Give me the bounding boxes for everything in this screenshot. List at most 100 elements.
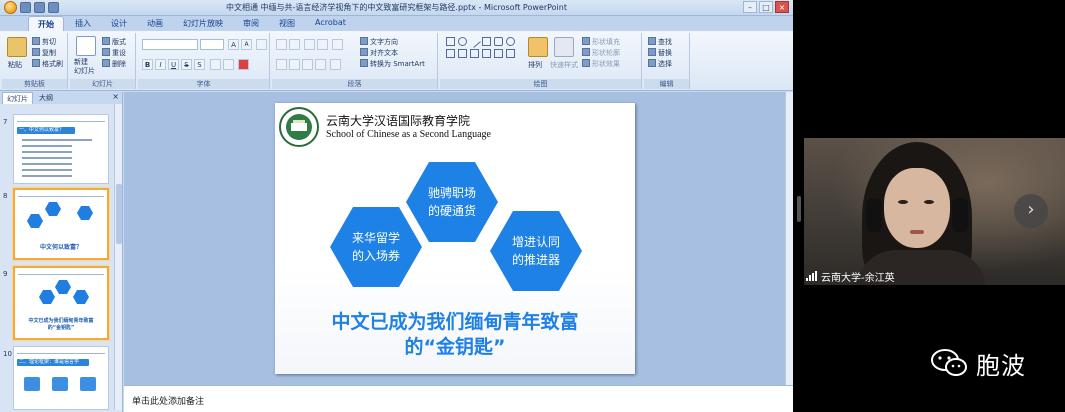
editing-label: 编辑: [644, 79, 689, 89]
char-spacing-icon[interactable]: [210, 59, 221, 70]
arrow-shape-icon[interactable]: [482, 37, 491, 46]
format-painter-button[interactable]: 格式刷: [32, 59, 63, 69]
star-shape-icon[interactable]: [470, 49, 479, 58]
replace-button[interactable]: 替换: [648, 48, 672, 58]
bullets-icon[interactable]: [276, 39, 287, 50]
shape-fill-button[interactable]: 形状填充: [582, 37, 620, 47]
hexagon-top-text: 驰骋职场 的硬通货: [427, 186, 476, 218]
tab-animations[interactable]: 动画: [138, 16, 172, 31]
current-slide[interactable]: 云南大学汉语国际教育学院 School of Chinese as a Seco…: [275, 103, 635, 374]
scroll-thumb[interactable]: [116, 184, 122, 244]
notes-pane[interactable]: 单击此处添加备注: [124, 385, 793, 412]
pane-scrollbar[interactable]: [114, 104, 122, 410]
layout-icon: [102, 37, 110, 45]
callout-shape-icon[interactable]: [494, 49, 503, 58]
delete-slide-button[interactable]: 删除: [102, 59, 126, 69]
hexagon-top[interactable]: 驰骋职场 的硬通货: [406, 162, 498, 242]
slide-thumbnail-8[interactable]: 中文何以致富？: [13, 188, 109, 260]
tab-insert[interactable]: 插入: [66, 16, 100, 31]
align-center-icon[interactable]: [289, 59, 300, 70]
increase-indent-icon[interactable]: [317, 39, 328, 50]
rounded-rect-shape-icon[interactable]: [494, 37, 503, 46]
right-arrow-shape-icon[interactable]: [458, 49, 467, 58]
arrange-button[interactable]: 排列: [528, 60, 542, 70]
shape-outline-button[interactable]: 形状轮廓: [582, 48, 620, 58]
paste-button[interactable]: 粘贴: [8, 60, 22, 70]
tab-outline[interactable]: 大纲: [35, 92, 57, 104]
font-color-icon[interactable]: [238, 59, 249, 70]
align-text-icon: [360, 48, 368, 56]
slide-thumbnail-9[interactable]: 中文已成为我们缅甸青年致富 的“金钥匙”: [13, 266, 109, 340]
participant-name: 云南大学-余江英: [821, 272, 895, 284]
close-button[interactable]: ×: [775, 1, 789, 13]
paste-icon[interactable]: [7, 37, 27, 57]
font-name-field[interactable]: [142, 39, 198, 50]
columns-icon[interactable]: [330, 59, 341, 70]
editing-group: 查找 替换 选择 编辑: [644, 33, 690, 89]
shrink-font-button[interactable]: A: [241, 39, 252, 50]
maximize-button[interactable]: □: [759, 1, 773, 13]
change-case-icon[interactable]: [223, 59, 234, 70]
more-shapes-icon[interactable]: [506, 49, 515, 58]
next-arrow-button[interactable]: ›: [1014, 194, 1048, 228]
align-text-button[interactable]: 对齐文本: [360, 48, 398, 58]
quick-styles-icon[interactable]: [554, 37, 574, 57]
drawing-label: 绘图: [440, 79, 641, 89]
italic-button[interactable]: I: [155, 59, 166, 70]
shape-effects-button[interactable]: 形状效果: [582, 59, 620, 69]
text-direction-button[interactable]: 文字方向: [360, 37, 398, 47]
quick-styles-button[interactable]: 快速样式: [550, 60, 578, 70]
circle-shape-icon[interactable]: [506, 37, 515, 46]
brace-shape-icon[interactable]: [482, 49, 491, 58]
font-size-field[interactable]: [200, 39, 224, 50]
new-slide-button[interactable]: 新建 幻灯片: [74, 58, 95, 76]
layout-button[interactable]: 版式: [102, 37, 126, 47]
pane-close-button[interactable]: ×: [112, 92, 119, 101]
decrease-indent-icon[interactable]: [304, 39, 315, 50]
bold-button[interactable]: B: [142, 59, 153, 70]
justify-icon[interactable]: [315, 59, 326, 70]
tab-review[interactable]: 审阅: [234, 16, 268, 31]
smartart-button[interactable]: 转换为 SmartArt: [360, 59, 425, 69]
find-button[interactable]: 查找: [648, 37, 672, 47]
slide-thumbnail-10[interactable]: 二、理论框架：谁是语言学: [13, 346, 109, 410]
select-button[interactable]: 选择: [648, 59, 672, 69]
line-spacing-icon[interactable]: [332, 39, 343, 50]
align-right-icon[interactable]: [302, 59, 313, 70]
tab-acrobat[interactable]: Acrobat: [306, 16, 355, 31]
hexagon-left[interactable]: 来华留学 的入场券: [330, 207, 422, 287]
split-handle[interactable]: [797, 196, 801, 222]
tab-design[interactable]: 设计: [102, 16, 136, 31]
new-slide-icon[interactable]: [76, 36, 96, 56]
oval-shape-icon[interactable]: [458, 37, 467, 46]
clear-format-icon[interactable]: [256, 39, 267, 50]
triangle-shape-icon[interactable]: [446, 49, 455, 58]
tab-slides[interactable]: 幻灯片: [2, 92, 33, 104]
strikethrough-button[interactable]: S: [181, 59, 192, 70]
grow-font-button[interactable]: A: [228, 39, 239, 50]
shadow-button[interactable]: S: [194, 59, 205, 70]
cut-button[interactable]: 剪切: [32, 37, 56, 47]
minimize-button[interactable]: –: [743, 1, 757, 13]
align-left-icon[interactable]: [276, 59, 287, 70]
clipboard-group: 粘贴 剪切 复制 格式刷 剪贴板: [2, 33, 68, 89]
rectangle-shape-icon[interactable]: [446, 37, 455, 46]
paragraph-group: 文字方向 对齐文本 转换为 SmartArt 段落: [272, 33, 438, 89]
slide-headline[interactable]: 中文已成为我们缅甸青年致富 的“金钥匙”: [275, 310, 635, 360]
tab-home[interactable]: 开始: [28, 16, 64, 31]
hexagon-right[interactable]: 增进认同 的推进器: [490, 211, 582, 291]
slide-thumbnail-7[interactable]: 一、中文何以致富？: [13, 114, 109, 184]
arrange-icon[interactable]: [528, 37, 548, 57]
slide-scrollbar[interactable]: [785, 92, 793, 385]
copy-button[interactable]: 复制: [32, 48, 56, 58]
numbering-icon[interactable]: [289, 39, 300, 50]
thumb-title: 一、中文何以致富？: [17, 127, 75, 134]
line-shape-icon[interactable]: [468, 35, 481, 48]
pane-tabs: 幻灯片 大纲: [0, 92, 122, 104]
tab-view[interactable]: 视图: [270, 16, 304, 31]
reset-button[interactable]: 重设: [102, 48, 126, 58]
window-controls: – □ ×: [743, 1, 789, 13]
tab-slideshow[interactable]: 幻灯片放映: [174, 16, 232, 31]
underline-button[interactable]: U: [168, 59, 179, 70]
thumb-title: 中文何以致富？: [39, 244, 82, 251]
